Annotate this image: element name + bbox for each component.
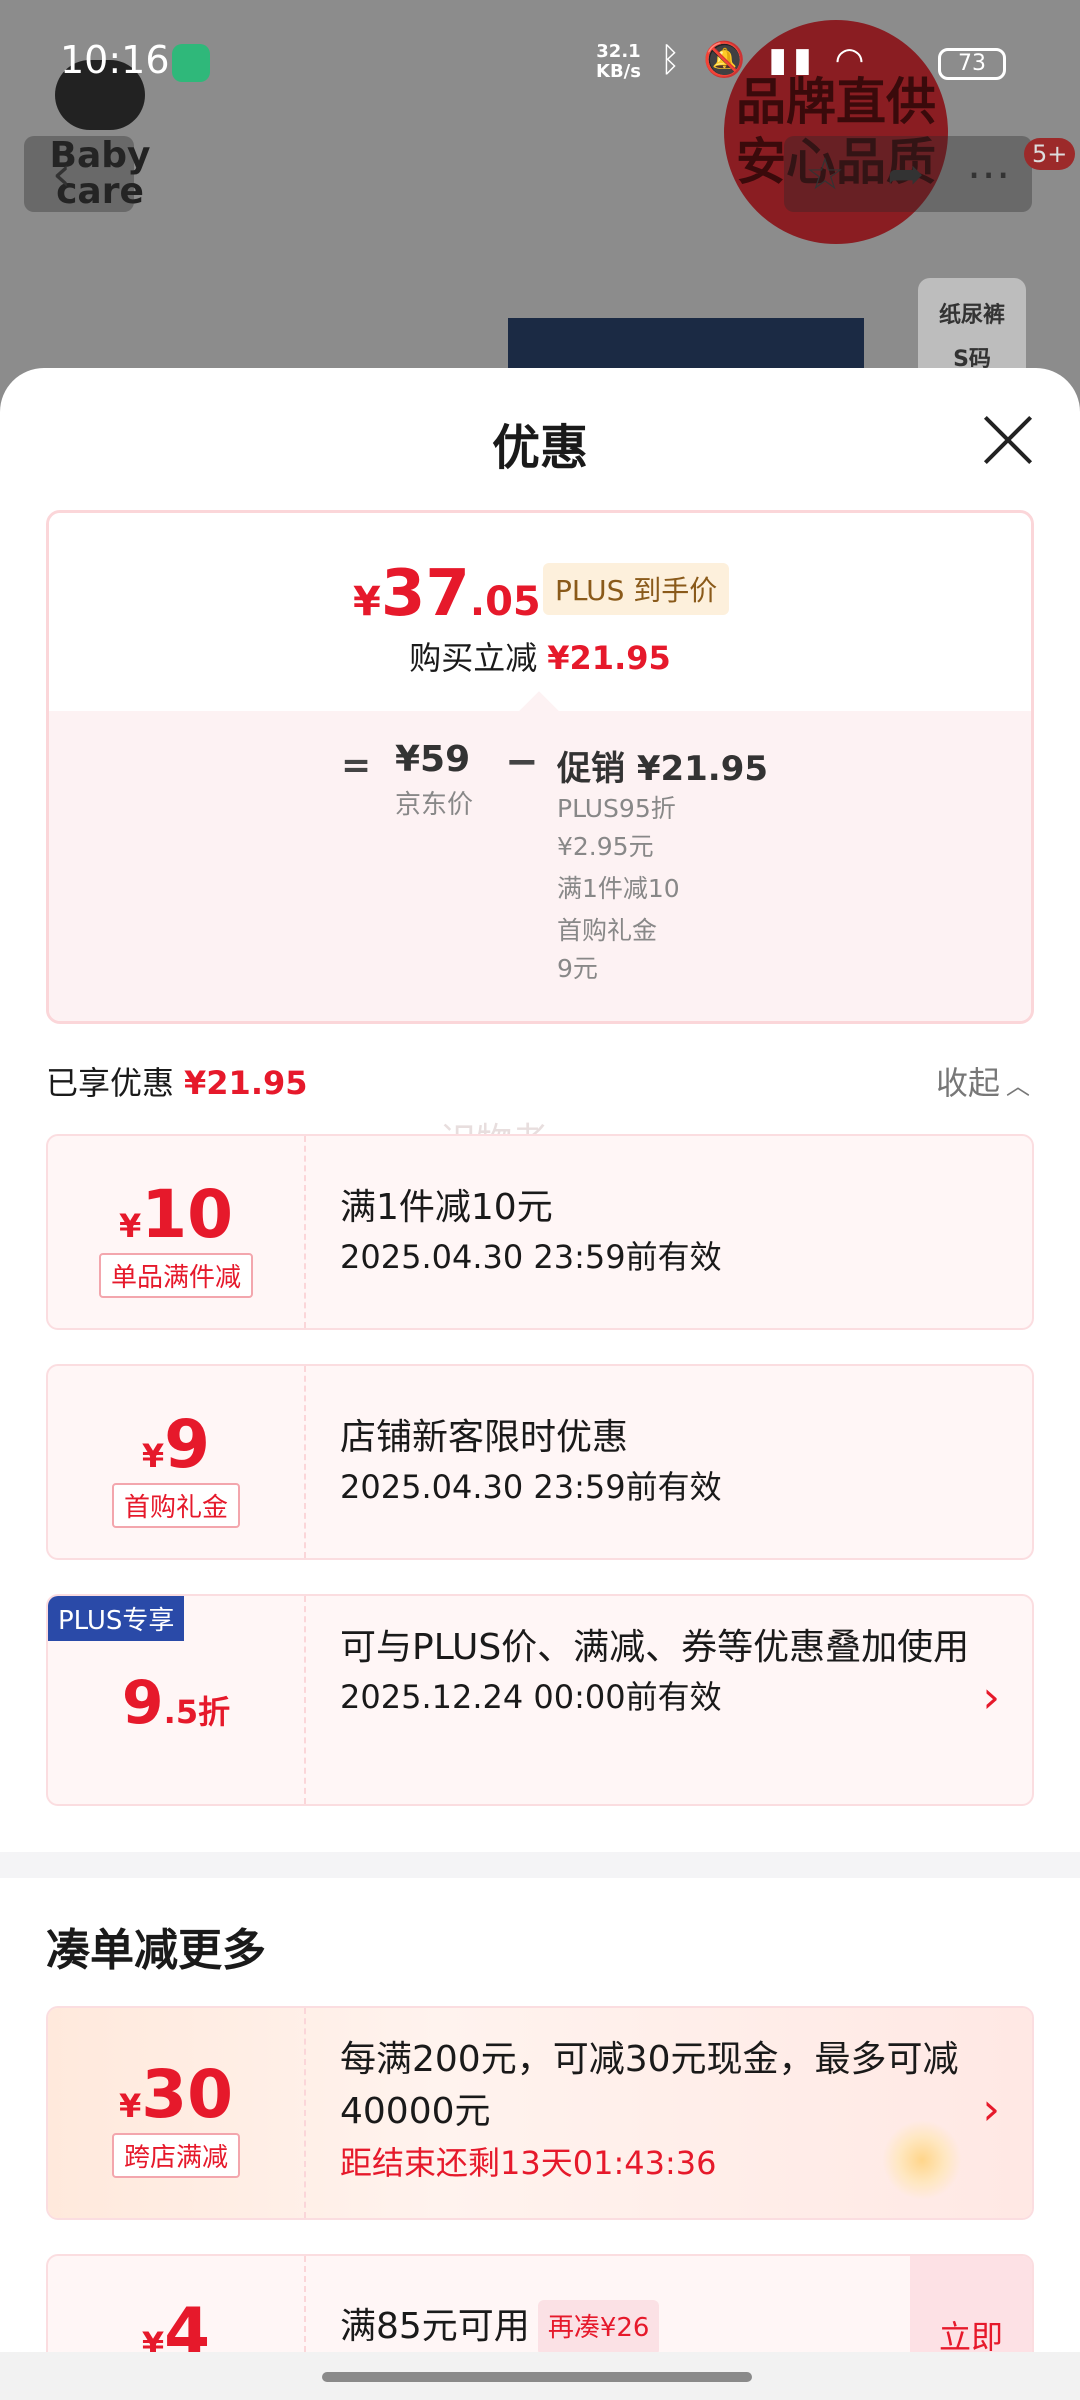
status-icons: ᛒ 🔕 ▮▮ ◠: [660, 40, 870, 80]
side-tab-diaper[interactable]: 纸尿裤: [918, 294, 1026, 338]
promo-item: 首购礼金 9元: [557, 916, 658, 983]
back-button[interactable]: ‹: [24, 136, 134, 212]
section-title: 凑单减更多: [46, 1925, 266, 1976]
promo-title: 每满200元，可减30元现金，最多可减40000元: [340, 2039, 959, 2132]
coupon-tag: 首购礼金: [111, 1483, 240, 1528]
coupon-expire: 2025.12.24 00:00前有效: [340, 1678, 722, 1716]
coupon-title: 可与PLUS价、满减、券等优惠叠加使用: [340, 1627, 970, 1668]
coupon-title: 店铺新客限时优惠: [340, 1417, 629, 1458]
network-speed: 32.1 KB/s: [596, 41, 641, 82]
coupon-amount: ¥9: [141, 1406, 211, 1483]
section-divider: [0, 1852, 1080, 1878]
chevron-up-icon: ︿: [1006, 1072, 1031, 1100]
minus-sign: −: [505, 739, 539, 785]
status-time: 10:16: [60, 38, 170, 82]
share-icon[interactable]: ➦: [887, 149, 924, 200]
bluetooth-icon: ᛒ: [660, 40, 687, 80]
coupon-amount: ¥10: [118, 1176, 234, 1253]
plus-coupon-card[interactable]: 9.5折 PLUS专享 可与PLUS价、满减、券等优惠叠加使用 2025.12.…: [46, 1594, 1034, 1806]
close-icon[interactable]: [980, 412, 1036, 468]
sparkle-decoration: [882, 2120, 962, 2200]
jd-price: ¥59 京东价: [395, 739, 474, 820]
final-price: ¥37.05: [353, 557, 541, 631]
collapse-button[interactable]: 收起 ︿: [936, 1058, 1030, 1104]
coupon-card[interactable]: ¥10 单品满件减 满1件减10元 2025.04.30 23:59前有效: [46, 1134, 1034, 1330]
favorite-icon[interactable]: ☆: [805, 149, 844, 200]
coupon-amount: 9.5折: [121, 1668, 231, 1738]
app-notification-icon: [172, 44, 210, 82]
promo-breakdown: 促销 ¥21.95 PLUS95折 ¥2.95元 满1件减10 首购礼金 9元: [557, 741, 797, 988]
coupon-title: 满1件减10元: [340, 1187, 553, 1228]
wifi-icon: ◠: [834, 40, 871, 80]
chevron-right-icon[interactable]: ›: [982, 2084, 1000, 2135]
coupon-tag: 单品满件减: [98, 1253, 253, 1298]
battery-icon: 73: [938, 48, 1006, 80]
promo-item: 满1件减10: [557, 874, 680, 903]
coupon-title: 满85元可用 再凑¥26: [340, 2300, 972, 2356]
coupon-card[interactable]: ¥9 首购礼金 店铺新客限时优惠 2025.04.30 23:59前有效: [46, 1364, 1034, 1560]
cross-store-promo-card[interactable]: ¥30 跨店满减 每满200元，可减30元现金，最多可减40000元 距结束还剩…: [46, 2006, 1034, 2220]
instant-reduce: 购买立减 ¥21.95: [409, 639, 671, 677]
top-actions: ☆ ➦ ⋯: [784, 136, 1032, 212]
coupon-amount: ¥30: [118, 2056, 234, 2133]
discount-sheet: 优惠 ¥37.05 PLUS 到手价 购买立减 ¥21.95 = ¥59 京东价 …: [0, 368, 1080, 2400]
chevron-right-icon[interactable]: ›: [982, 1672, 1000, 1723]
plus-exclusive-badge: PLUS专享: [48, 1596, 185, 1641]
more-icon[interactable]: ⋯: [967, 149, 1011, 200]
mute-icon: 🔕: [703, 40, 752, 80]
signal-icon: ▮▮: [768, 40, 818, 80]
enjoyed-discount: 已享优惠 ¥21.95: [46, 1064, 308, 1102]
coupon-tag: 跨店满减: [111, 2133, 240, 2178]
home-gesture-handle[interactable]: [322, 2372, 752, 2382]
price-summary-card: ¥37.05 PLUS 到手价 购买立减 ¥21.95 = ¥59 京东价 − 促…: [46, 510, 1034, 1024]
sheet-title: 优惠: [491, 420, 588, 476]
status-bar: 10:16 32.1 KB/s ᛒ 🔕 ▮▮ ◠ 73: [0, 0, 1080, 120]
promo-countdown: 距结束还剩13天01:43:36: [340, 2144, 717, 2182]
add-more-tag: 再凑¥26: [537, 2300, 660, 2356]
notification-badge: 5+: [1024, 138, 1076, 170]
promo-item: PLUS95折 ¥2.95元: [557, 794, 676, 861]
coupon-expire: 2025.04.30 23:59前有效: [340, 1468, 722, 1506]
equals-sign: =: [341, 745, 372, 786]
plus-price-tag: PLUS 到手价: [543, 563, 730, 615]
coupon-expire: 2025.04.30 23:59前有效: [340, 1238, 722, 1276]
